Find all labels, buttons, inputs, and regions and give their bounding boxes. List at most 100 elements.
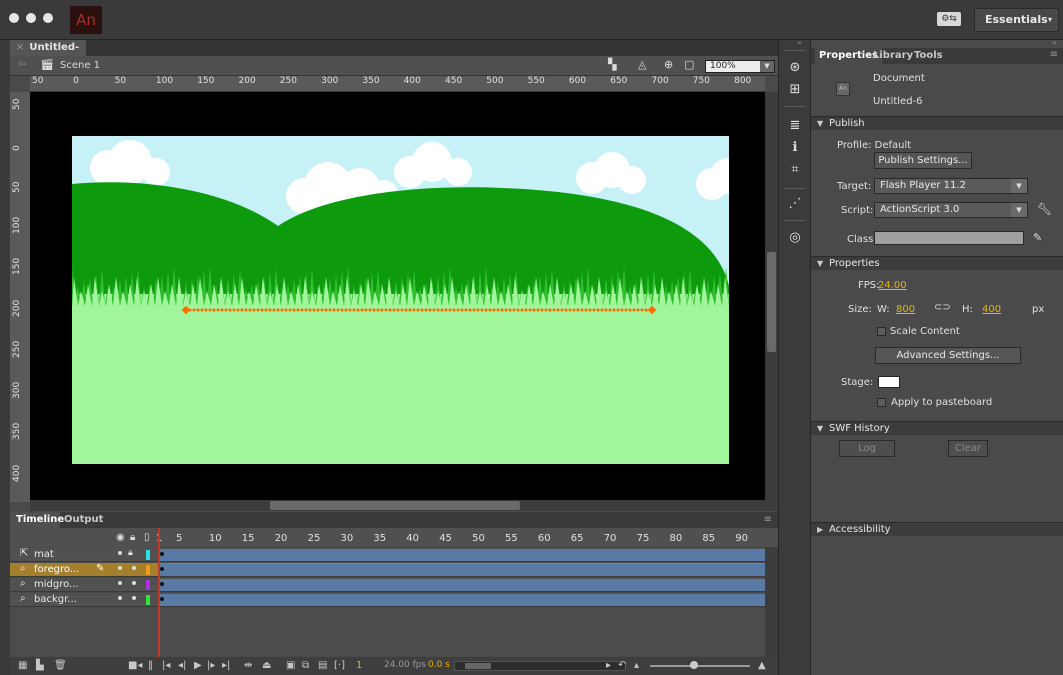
panel-menu-icon[interactable]: ≡ bbox=[1050, 49, 1058, 60]
workspace-switcher-icon[interactable]: ⚙⇆ bbox=[937, 12, 961, 26]
collapse-icon[interactable]: « bbox=[797, 38, 802, 47]
tab-library[interactable]: Library bbox=[873, 48, 913, 64]
tab-properties[interactable]: Properties bbox=[815, 48, 882, 64]
zoom-in-icon[interactable]: ▲ bbox=[758, 660, 766, 671]
tab-timeline[interactable]: Timeline bbox=[10, 512, 64, 528]
undo-icon[interactable]: ↶ bbox=[618, 660, 626, 671]
lock-toggle[interactable] bbox=[132, 566, 136, 570]
layer-row[interactable]: ⌕ midgro... bbox=[10, 578, 765, 592]
keyframe[interactable] bbox=[160, 582, 164, 586]
motion-presets-icon[interactable]: ⋰ bbox=[787, 196, 803, 212]
pencil-icon[interactable]: ✎ bbox=[1033, 231, 1042, 244]
stage[interactable] bbox=[72, 136, 729, 464]
keyframe[interactable] bbox=[160, 552, 164, 556]
align-grid-icon[interactable]: ⊞ bbox=[787, 82, 803, 98]
stage-color-swatch[interactable] bbox=[878, 376, 900, 388]
tab-output[interactable]: Output bbox=[64, 512, 103, 528]
timeline-zoom-slider[interactable] bbox=[650, 661, 750, 669]
new-layer-icon[interactable]: ▦ bbox=[18, 660, 27, 671]
height-value[interactable]: 400 bbox=[982, 304, 1001, 315]
layer-row[interactable]: ⇱ mat 🔒︎ bbox=[10, 548, 765, 562]
layer-color-swatch[interactable] bbox=[146, 565, 150, 575]
edit-symbols-icon[interactable]: ◬ bbox=[638, 58, 646, 71]
clip-stage-icon[interactable]: ▢ bbox=[684, 58, 694, 71]
elapsed-time[interactable]: 0.0 s bbox=[428, 660, 450, 670]
new-folder-icon[interactable]: ▙ bbox=[36, 660, 44, 671]
zoom-out-icon[interactable]: ▴ bbox=[634, 660, 639, 671]
show-hide-icon[interactable]: ◉ bbox=[116, 532, 125, 543]
properties-section-header[interactable]: ▼ Properties bbox=[811, 256, 1063, 270]
layer-color-swatch[interactable] bbox=[146, 595, 150, 605]
outline-icon[interactable]: ▯ bbox=[144, 532, 150, 543]
frame-rate[interactable]: 24.00 fps bbox=[384, 660, 426, 670]
pasteboard[interactable] bbox=[30, 92, 765, 500]
center-stage-icon[interactable]: ⊕ bbox=[664, 58, 673, 71]
layer-row[interactable]: ⌕ backgr... bbox=[10, 593, 765, 607]
lock-icon[interactable]: 🔒︎ bbox=[128, 548, 133, 558]
visibility-toggle[interactable] bbox=[118, 566, 122, 570]
zoom-window-button[interactable] bbox=[43, 13, 53, 23]
link-icon[interactable]: ⊂⊃ bbox=[934, 302, 951, 313]
layer-frames[interactable] bbox=[159, 594, 765, 606]
scroll-thumb[interactable] bbox=[270, 501, 520, 510]
center-frame-icon[interactable]: ⏏ bbox=[262, 660, 271, 671]
stage-horizontal-scrollbar[interactable] bbox=[30, 500, 778, 511]
panel-menu-icon[interactable]: ≡ bbox=[764, 514, 772, 525]
loop-icon[interactable]: ⇹ bbox=[244, 660, 252, 671]
swf-history-section-header[interactable]: ▼ SWF History bbox=[811, 421, 1063, 435]
modify-markers-icon[interactable]: [·] bbox=[334, 660, 345, 671]
layer-color-swatch[interactable] bbox=[146, 550, 150, 560]
publish-settings-button[interactable]: Publish Settings... bbox=[874, 152, 972, 169]
advanced-settings-button[interactable]: Advanced Settings... bbox=[875, 347, 1021, 364]
transform-icon[interactable]: ⌗ bbox=[787, 162, 803, 178]
step-back-icon[interactable]: ◂| bbox=[178, 660, 186, 671]
wrench-icon[interactable]: 🔧︎ bbox=[1037, 202, 1052, 216]
layer-color-swatch[interactable] bbox=[146, 580, 150, 590]
lock-toggle[interactable] bbox=[132, 581, 136, 585]
last-frame-icon[interactable]: ▸| bbox=[222, 660, 230, 671]
collapse-icon[interactable]: » bbox=[1052, 38, 1057, 47]
publish-section-header[interactable]: ▼ Publish bbox=[811, 116, 1063, 130]
minimize-window-button[interactable] bbox=[26, 13, 36, 23]
first-frame-icon[interactable]: |◂ bbox=[162, 660, 170, 671]
layer-frames[interactable] bbox=[159, 579, 765, 591]
onion-outline-icon[interactable]: ⧉ bbox=[302, 660, 309, 671]
fps-value[interactable]: 24.00 bbox=[878, 280, 907, 291]
motion-editor-icon[interactable]: ⊛ bbox=[787, 60, 803, 76]
class-input[interactable] bbox=[874, 231, 1024, 245]
visibility-toggle[interactable] bbox=[118, 551, 122, 555]
step-forward-icon[interactable]: |▸ bbox=[207, 660, 215, 671]
stage-vertical-scrollbar[interactable] bbox=[765, 92, 778, 500]
log-button[interactable]: Log bbox=[839, 440, 895, 457]
lock-toggle[interactable] bbox=[132, 596, 136, 600]
cc-libraries-icon[interactable]: ◎ bbox=[787, 230, 803, 246]
align-icon[interactable]: ≣ bbox=[787, 118, 803, 134]
playhead[interactable] bbox=[158, 528, 160, 658]
script-select[interactable]: ActionScript 3.0 ▼ bbox=[874, 202, 1028, 218]
keyframe[interactable] bbox=[160, 567, 164, 571]
close-window-button[interactable] bbox=[9, 13, 19, 23]
scroll-right-icon[interactable]: ▸ bbox=[606, 660, 611, 671]
workspace-dropdown[interactable]: Essentials ▾ bbox=[974, 8, 1059, 32]
onion-skin-icon[interactable]: ▣ bbox=[286, 660, 295, 671]
width-value[interactable]: 800 bbox=[896, 304, 915, 315]
delete-icon[interactable]: 🗑︎ bbox=[54, 660, 67, 671]
tab-tools[interactable]: Tools bbox=[914, 48, 943, 64]
timeline-scrollbar[interactable] bbox=[765, 547, 778, 657]
back-arrow-icon[interactable]: ⇦ bbox=[18, 59, 26, 70]
camera-icon[interactable]: ■◂ bbox=[128, 660, 142, 671]
layer-frames[interactable] bbox=[159, 549, 765, 561]
apply-pasteboard-checkbox[interactable] bbox=[877, 398, 886, 407]
timeline-horizontal-scrollbar[interactable] bbox=[454, 661, 626, 671]
document-tab[interactable]: ×Untitled-6 bbox=[10, 40, 86, 69]
visibility-toggle[interactable] bbox=[118, 596, 122, 600]
target-select[interactable]: Flash Player 11.2 ▼ bbox=[874, 178, 1028, 194]
edit-scene-icon[interactable]: ▚ bbox=[608, 58, 616, 71]
info-icon[interactable]: ℹ bbox=[787, 140, 803, 156]
lock-icon[interactable]: 🔒︎ bbox=[130, 532, 135, 543]
layer-frames[interactable] bbox=[159, 564, 765, 576]
zoom-select[interactable]: 100% ▼ bbox=[705, 60, 775, 73]
scale-content-checkbox[interactable] bbox=[877, 327, 886, 336]
edit-multiple-icon[interactable]: ▤ bbox=[318, 660, 327, 671]
accessibility-section-header[interactable]: ▶ Accessibility bbox=[811, 522, 1063, 536]
